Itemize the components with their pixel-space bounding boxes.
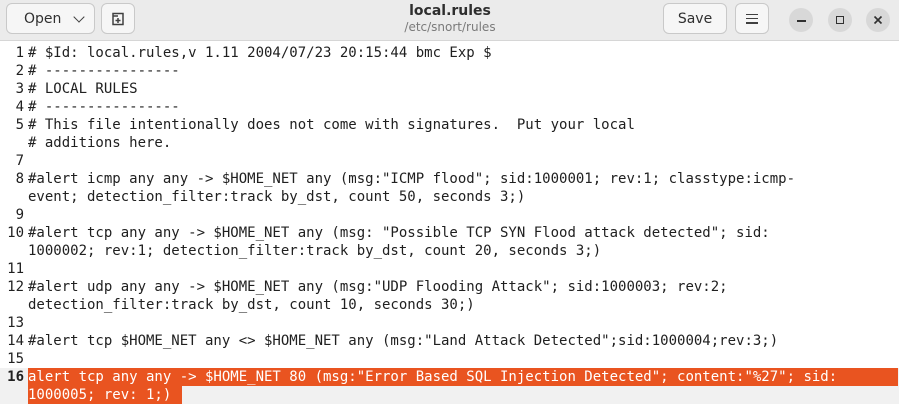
editor-line[interactable]: 2 # ---------------- [0, 62, 899, 80]
chevron-down-icon [73, 10, 86, 23]
line-number: 12 [7, 279, 24, 295]
header-bar: Open local.rules /etc/snort/rules Save [0, 0, 899, 41]
line-number: 1 [15, 45, 24, 61]
editor-line[interactable]: 11 [0, 260, 899, 278]
new-tab-button[interactable] [101, 3, 135, 34]
editor-line[interactable]: 16 alert tcp any any -> $HOME_NET 80 (msg… [0, 368, 899, 404]
save-button[interactable]: Save [663, 3, 727, 34]
editor-line[interactable]: 14 #alert tcp $HOME_NET any <> $HOME_NET … [0, 332, 899, 350]
text-editor[interactable]: 1 # $Id: local.rules,v 1.11 2004/07/23 20… [0, 44, 899, 407]
close-button[interactable] [866, 8, 890, 32]
minimize-icon [796, 20, 806, 22]
editor-line[interactable]: 15 [0, 350, 899, 368]
open-button-label: Open [24, 10, 62, 27]
maximize-icon [836, 16, 844, 24]
line-number: 16 [7, 369, 24, 385]
line-number: 4 [15, 99, 24, 115]
line-number: 15 [7, 351, 24, 367]
line-number: 10 [7, 225, 24, 241]
editor-line[interactable]: 1 # $Id: local.rules,v 1.11 2004/07/23 20… [0, 44, 899, 62]
line-text: #alert udp any any -> $HOME_NET any (msg… [28, 279, 728, 295]
line-number: 2 [15, 63, 24, 79]
gedit-window: Open local.rules /etc/snort/rules Save 1… [0, 0, 899, 407]
line-number: 9 [15, 207, 24, 223]
editor-line[interactable]: 5 # This file intentionally does not come… [0, 116, 899, 134]
line-text: # LOCAL RULES [28, 81, 138, 97]
title-area: local.rules /etc/snort/rules [350, 2, 550, 35]
line-number: 3 [15, 81, 24, 97]
line-text: # ---------------- [28, 63, 180, 79]
line-number: 13 [7, 315, 24, 331]
main-menu-button[interactable] [735, 3, 769, 34]
line-text: alert tcp any any -> $HOME_NET 80 (msg:"… [28, 369, 838, 385]
line-text: # $Id: local.rules,v 1.11 2004/07/23 20:… [28, 45, 492, 61]
window-title: local.rules [409, 3, 491, 19]
line-number: 7 [15, 153, 24, 169]
line-text: #alert icmp any any -> $HOME_NET any (ms… [28, 171, 796, 187]
line-text: #alert tcp any any -> $HOME_NET any (msg… [28, 225, 770, 241]
line-text: 1000005; rev: 1;) [28, 387, 172, 403]
editor-line[interactable]: 3 # LOCAL RULES [0, 80, 899, 98]
hamburger-menu-icon [746, 13, 758, 24]
line-text: 1000002; rev:1; detection_filter:track b… [28, 243, 602, 259]
editor-line[interactable]: 9 [0, 206, 899, 224]
line-text: # This file intentionally does not come … [28, 117, 635, 133]
line-text: event; detection_filter:track by_dst, co… [28, 189, 526, 205]
line-text: # additions here. [28, 135, 172, 151]
editor-line[interactable]: # additions here. [0, 134, 899, 152]
editor-line[interactable]: 8 #alert icmp any any -> $HOME_NET any (m… [0, 170, 899, 206]
line-number: 14 [7, 333, 24, 349]
editor-line[interactable]: 13 [0, 314, 899, 332]
editor-line[interactable]: 10 #alert tcp any any -> $HOME_NET any (m… [0, 224, 899, 260]
open-button[interactable]: Open [6, 3, 95, 34]
maximize-button[interactable] [828, 8, 852, 32]
line-number: 11 [7, 261, 24, 277]
line-text: #alert tcp $HOME_NET any <> $HOME_NET an… [28, 333, 779, 349]
close-icon [873, 15, 883, 25]
line-number: 5 [15, 117, 24, 133]
line-text: detection_filter:track by_dst, count 10,… [28, 297, 475, 313]
line-text: # ---------------- [28, 99, 180, 115]
editor-line[interactable]: 4 # ---------------- [0, 98, 899, 116]
window-subtitle: /etc/snort/rules [404, 20, 496, 34]
new-tab-icon [112, 12, 124, 25]
editor-line[interactable]: 12 #alert udp any any -> $HOME_NET any (m… [0, 278, 899, 314]
line-number: 8 [15, 171, 24, 187]
minimize-button[interactable] [789, 8, 813, 32]
editor-line[interactable]: 7 [0, 152, 899, 170]
